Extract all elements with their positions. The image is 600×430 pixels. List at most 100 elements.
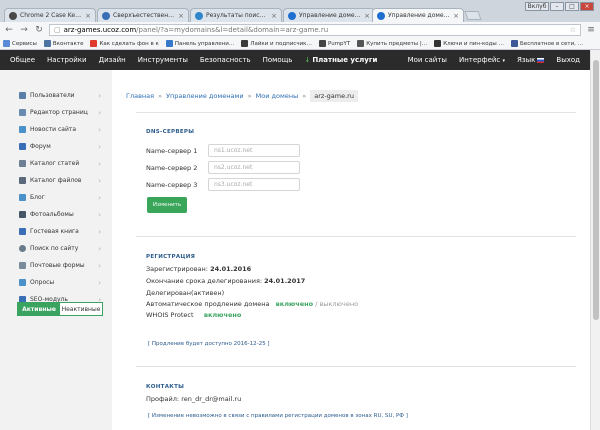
- bookmark-item[interactable]: Лайки и подписчик…: [241, 40, 312, 47]
- close-window-icon[interactable]: ×: [580, 2, 594, 11]
- browser-tab[interactable]: Результаты поиска «Кин ×: [190, 8, 282, 22]
- news-icon: [19, 126, 26, 133]
- whois-row: WHOIS Protect включено: [146, 311, 241, 319]
- menu-icon[interactable]: ≡: [586, 25, 596, 35]
- browser-tab[interactable]: Chrome 2 Case Key | Mar ×: [4, 8, 96, 22]
- nameserver-3-input[interactable]: ns3.ucoz.net: [208, 178, 300, 191]
- nameserver-row: Name-сервер 3 ns3.ucoz.net: [146, 178, 300, 191]
- bookmark-label: Панель управлени…: [174, 40, 235, 47]
- toggle-active-button[interactable]: Активные: [18, 303, 60, 315]
- chevron-right-icon: ›: [98, 227, 101, 236]
- forward-icon[interactable]: →: [19, 25, 29, 35]
- chevron-right-icon: ›: [98, 278, 101, 287]
- new-tab-button[interactable]: [464, 11, 482, 20]
- url-host: arz-games.ucoz.com: [63, 26, 137, 34]
- whois-status[interactable]: включено: [204, 311, 241, 319]
- minimize-icon[interactable]: –: [550, 2, 564, 11]
- breadcrumb-domains-link[interactable]: Управление доменами: [166, 92, 244, 100]
- bookmark-item[interactable]: PumpYT: [318, 40, 350, 47]
- bookmark-item[interactable]: Панель управлени…: [165, 40, 235, 47]
- nav-general[interactable]: Общее: [10, 56, 35, 64]
- sidebar-item-files[interactable]: Каталог файлов ›: [19, 172, 101, 189]
- sidebar-item-news[interactable]: Новости сайта ›: [19, 121, 101, 138]
- chevron-right-icon: ›: [98, 176, 101, 185]
- camera-icon: [19, 211, 26, 218]
- chevron-right-icon: ›: [98, 108, 101, 117]
- nav-language[interactable]: Язык: [517, 56, 545, 64]
- browser-tab[interactable]: Управление доменами ×: [283, 8, 375, 22]
- close-icon[interactable]: ×: [364, 12, 370, 20]
- close-icon[interactable]: ×: [271, 12, 277, 20]
- auto-renew-on-link[interactable]: включено: [276, 300, 313, 308]
- nav-paid-services[interactable]: ↓ Платные услуги: [304, 56, 377, 64]
- save-dns-button[interactable]: Изменить: [147, 197, 187, 213]
- nav-security[interactable]: Безопасность: [200, 56, 251, 64]
- nav-help[interactable]: Помощь: [263, 56, 293, 64]
- profile-label: Профайл:: [146, 395, 180, 403]
- nav-settings[interactable]: Настройки: [47, 56, 87, 64]
- whois-label: WHOIS Protect: [146, 311, 194, 319]
- sidebar-item-label: Поиск по сайту: [30, 245, 79, 252]
- close-icon[interactable]: ×: [453, 12, 459, 20]
- blog-icon: [19, 194, 26, 201]
- close-icon[interactable]: ×: [85, 12, 91, 20]
- sidebar-item-blog[interactable]: Блог ›: [19, 189, 101, 206]
- bookmark-item[interactable]: Сервисы: [3, 40, 37, 47]
- url-path: /panel/?a=mydomains&l=detail&domain=arz-…: [136, 26, 329, 34]
- close-icon[interactable]: ×: [178, 12, 184, 20]
- browser-tab[interactable]: Сверхъестественное 1,2,3 ×: [97, 8, 189, 22]
- breadcrumb-home-link[interactable]: Главная: [126, 92, 154, 100]
- reload-icon[interactable]: ↻: [34, 25, 44, 35]
- bookmark-item[interactable]: Ключи и пин-коды …: [434, 40, 504, 47]
- sidebar-item-photos[interactable]: Фотоальбомы ›: [19, 206, 101, 223]
- sidebar-item-page-editor[interactable]: Редактор страниц ›: [19, 104, 101, 121]
- sidebar-item-label: Новости сайта: [30, 126, 77, 133]
- registered-date: Зарегистрирован: 24.01.2016: [146, 265, 251, 273]
- scrollbar-thumb[interactable]: [593, 60, 599, 320]
- breadcrumb-my-domains-link[interactable]: Мои домены: [256, 92, 299, 100]
- back-icon[interactable]: ←: [4, 25, 14, 35]
- sidebar-item-articles[interactable]: Каталог статей ›: [19, 155, 101, 172]
- bookmark-icon: [318, 40, 326, 47]
- maximize-icon[interactable]: □: [565, 2, 579, 11]
- sidebar-item-label: Почтовые формы: [30, 262, 85, 269]
- book-icon: [19, 228, 26, 235]
- bookmark-item[interactable]: Бесплатное в сети, …: [511, 40, 583, 47]
- nav-my-sites[interactable]: Мои сайты: [408, 56, 447, 64]
- sidebar-item-label: Гостевая книга: [30, 228, 79, 235]
- window-controls: Вклуб – □ ×: [525, 2, 594, 11]
- address-bar[interactable]: ▢ arz-games.ucoz.com/panel/?a=mydomains&…: [49, 24, 581, 36]
- top-navigation: Общее Настройки Дизайн Инструменты Безоп…: [0, 50, 590, 70]
- bookmark-item[interactable]: Как сделать фон в к: [90, 40, 159, 47]
- nameserver-row: Name-сервер 2 ns2.ucoz.net: [146, 161, 300, 174]
- bookmark-item[interactable]: Вконтакте: [43, 40, 84, 47]
- sidebar-item-label: Фотоальбомы: [30, 211, 74, 218]
- auto-renew-row: Автоматическое продление домена включено…: [146, 300, 358, 308]
- vertical-scrollbar[interactable]: [590, 50, 600, 430]
- registered-value: 24.01.2016: [210, 265, 252, 273]
- nav-interface[interactable]: Интерфейс ▾: [459, 56, 505, 64]
- sidebar-item-mail-forms[interactable]: Почтовые формы ›: [19, 257, 101, 274]
- contacts-heading: КОНТАКТЫ: [146, 384, 185, 390]
- sidebar-item-guestbook[interactable]: Гостевая книга ›: [19, 223, 101, 240]
- tab-favicon-icon: [195, 11, 203, 20]
- sidebar-item-polls[interactable]: Опросы ›: [19, 274, 101, 291]
- nameserver-row: Name-сервер 1 ns1.ucoz.net: [146, 144, 300, 157]
- star-icon[interactable]: ☆: [570, 26, 576, 34]
- auto-renew-off-link[interactable]: выключено: [319, 300, 358, 308]
- nameserver-2-input[interactable]: ns2.ucoz.net: [208, 161, 300, 174]
- sidebar-item-search[interactable]: Поиск по сайту ›: [19, 240, 101, 257]
- nav-logout[interactable]: Выход: [556, 56, 580, 64]
- sidebar-item-users[interactable]: Пользователи ›: [19, 87, 101, 104]
- browser-tab-active[interactable]: Управление доменами — ×: [372, 8, 464, 22]
- bookmark-icon: [241, 40, 249, 47]
- toggle-inactive-button[interactable]: Неактивные: [60, 303, 102, 315]
- nav-interface-label: Интерфейс: [458, 56, 501, 64]
- sidebar-item-forum[interactable]: Форум ›: [19, 138, 101, 155]
- bookmark-item[interactable]: Купить предметы |…: [357, 40, 427, 47]
- nav-tools[interactable]: Инструменты: [138, 56, 188, 64]
- nameserver-1-input[interactable]: ns1.ucoz.net: [208, 144, 300, 157]
- sidebar-item-label: Каталог файлов: [30, 177, 82, 184]
- nav-design[interactable]: Дизайн: [99, 56, 126, 64]
- bookmark-label: Вконтакте: [52, 40, 84, 47]
